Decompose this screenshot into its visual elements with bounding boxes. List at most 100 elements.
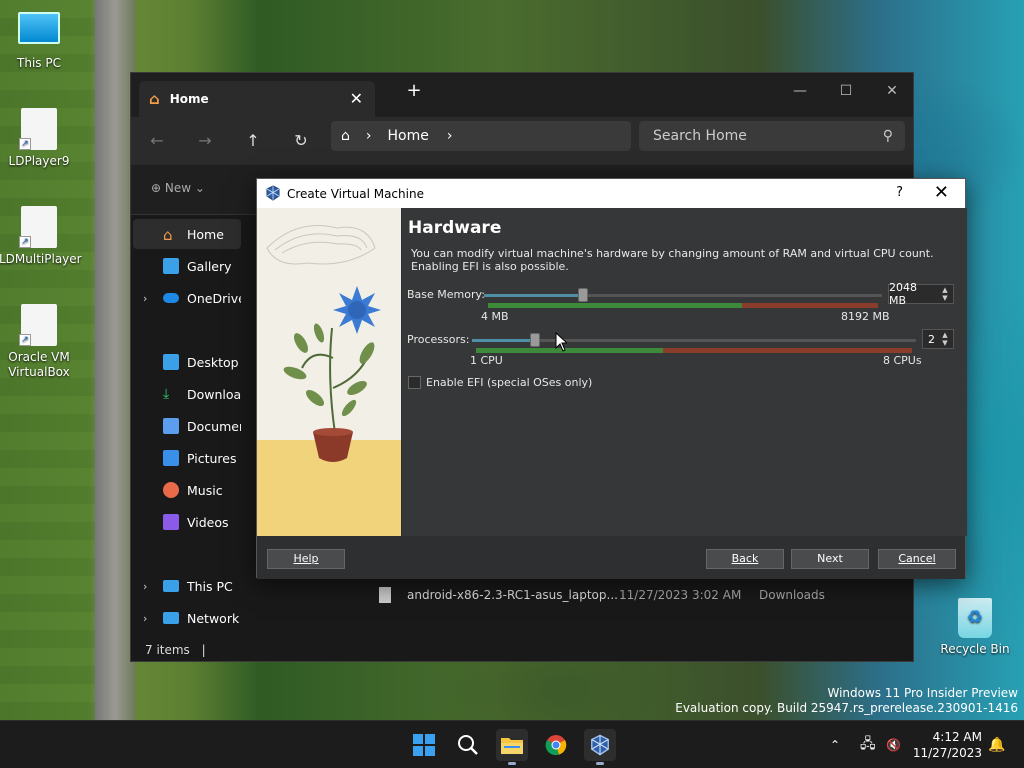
- close-tab-icon[interactable]: ✕: [350, 89, 363, 108]
- sidebar-item-gallery[interactable]: Gallery: [133, 251, 241, 281]
- file-location: Downloads: [759, 588, 825, 602]
- minimize-button[interactable]: —: [777, 77, 823, 105]
- enable-efi-checkbox[interactable]: [408, 376, 421, 389]
- desktop-icon-label: Recycle Bin: [940, 642, 1010, 656]
- pictures-icon: [163, 450, 179, 466]
- processors-spinbox[interactable]: 2 ▲ ▼: [922, 329, 954, 349]
- network-status-icon[interactable]: 🖧: [860, 721, 876, 768]
- gallery-icon: [163, 258, 179, 274]
- explorer-tab-bar: ⌂ Home ✕ + — ☐ ✕: [131, 73, 913, 117]
- desktop-icon-recycle-bin[interactable]: ♻ Recycle Bin: [935, 598, 1015, 656]
- desktop-icon: [163, 354, 179, 370]
- base-memory-slider-thumb[interactable]: [578, 288, 589, 302]
- address-bar[interactable]: ⌂ › Home ›: [331, 121, 631, 151]
- chrome-icon[interactable]: [540, 729, 572, 761]
- sidebar-item-documents[interactable]: Documents: [133, 411, 241, 441]
- processors-max-label: 8 CPUs: [883, 354, 922, 367]
- search-icon[interactable]: [452, 729, 484, 761]
- close-icon[interactable]: ✕: [934, 182, 949, 203]
- tab-label: Home: [169, 92, 209, 106]
- explorer-nav-bar: ← → ↑ ↻ ⌂ › Home › Search Home ⚲: [131, 117, 913, 165]
- enable-efi-label[interactable]: Enable EFI (special OSes only): [426, 376, 592, 389]
- sidebar-item-label: Videos: [187, 514, 229, 530]
- item-count: 7 items: [145, 643, 190, 657]
- spin-arrows-icon[interactable]: ▲ ▼: [939, 331, 951, 347]
- taskbar: ⌃ 🖧 🔇 4:12 AM 11/27/2023 🔔: [0, 720, 1024, 768]
- sidebar-item-label: Pictures: [187, 450, 237, 466]
- desktop-icon-label: LDPlayer9: [8, 154, 70, 168]
- windows-watermark: Windows 11 Pro Insider Preview Evaluatio…: [675, 686, 1018, 716]
- refresh-icon[interactable]: ↻: [287, 127, 315, 155]
- sidebar-item-label: This PC: [187, 578, 233, 594]
- new-button[interactable]: ⊕ New ⌄: [151, 181, 205, 195]
- sidebar-item-this-pc[interactable]: › This PC: [133, 571, 241, 601]
- status-bar: 7 items |: [145, 643, 206, 657]
- clock-date: 11/27/2023: [912, 746, 982, 760]
- chevron-right-icon[interactable]: ›: [143, 612, 147, 625]
- help-button[interactable]: Help: [267, 549, 345, 569]
- sidebar-item-music[interactable]: Music: [133, 475, 241, 505]
- dialog-footer: Help Back Next Cancel: [257, 536, 965, 579]
- hardware-page: Hardware You can modify virtual machine'…: [402, 208, 967, 536]
- spin-arrows-icon[interactable]: ▲ ▼: [939, 286, 951, 302]
- cancel-button[interactable]: Cancel: [878, 549, 956, 569]
- desktop-icon-this-pc[interactable]: This PC: [0, 12, 79, 70]
- desktop-icon-virtualbox[interactable]: ↗ Oracle VM VirtualBox: [0, 304, 79, 380]
- videos-icon: [163, 514, 179, 530]
- close-window-button[interactable]: ✕: [869, 77, 915, 105]
- scale-warning-range: [741, 303, 878, 308]
- back-button[interactable]: Back: [706, 549, 784, 569]
- up-arrow-icon[interactable]: ↑: [239, 127, 267, 155]
- file-list-row[interactable]: android-x86-2.3-RC1-asus_laptop... 11/27…: [379, 583, 825, 607]
- maximize-button[interactable]: ☐: [823, 77, 869, 105]
- notification-bell-icon[interactable]: 🔔: [988, 721, 1005, 768]
- sidebar-item-label: Home: [187, 226, 224, 242]
- pc-icon: [163, 580, 179, 592]
- dialog-title-bar: Create Virtual Machine ? ✕: [257, 179, 965, 208]
- sidebar-item-videos[interactable]: Videos: [133, 507, 241, 537]
- desktop-icon-ldmultiplayer[interactable]: ↗ LDMultiPlayer: [0, 206, 82, 266]
- chevron-down-icon: ⌄: [194, 181, 205, 195]
- virtualbox-icon[interactable]: [584, 729, 616, 765]
- tab-home[interactable]: ⌂ Home ✕: [139, 81, 375, 117]
- page-title: Hardware: [408, 218, 502, 238]
- file-shortcut-icon: ↗: [19, 108, 57, 150]
- base-memory-spinbox[interactable]: 2048 MB ▲ ▼: [888, 281, 954, 307]
- processors-slider-thumb[interactable]: [530, 333, 541, 347]
- back-arrow-icon[interactable]: ←: [143, 127, 171, 155]
- base-memory-min-label: 4 MB: [481, 310, 509, 323]
- base-memory-max-label: 8192 MB: [841, 310, 890, 323]
- file-shortcut-icon: ↗: [19, 206, 57, 248]
- processors-label: Processors:: [407, 333, 470, 346]
- desktop-icon-label: Oracle VM VirtualBox: [8, 350, 70, 379]
- status-divider: |: [201, 643, 206, 657]
- processors-scale: [476, 348, 912, 353]
- search-input[interactable]: Search Home ⚲: [639, 121, 905, 151]
- start-icon[interactable]: [408, 729, 440, 761]
- file-explorer-icon[interactable]: [496, 729, 528, 765]
- scale-safe-range: [488, 303, 742, 308]
- sidebar-item-onedrive[interactable]: › OneDrive: [133, 283, 241, 313]
- sidebar-item-label: Music: [187, 482, 223, 498]
- help-question-icon[interactable]: ?: [896, 185, 903, 200]
- dialog-title: Create Virtual Machine: [287, 186, 424, 201]
- breadcrumb[interactable]: Home: [388, 128, 429, 144]
- base-memory-slider[interactable]: [484, 294, 882, 297]
- sidebar-item-network[interactable]: › Network: [133, 603, 241, 633]
- sidebar-item-home[interactable]: ⌂ Home: [133, 219, 241, 249]
- sidebar-item-pictures[interactable]: Pictures: [133, 443, 241, 473]
- chevron-right-icon[interactable]: ›: [143, 580, 147, 593]
- show-hidden-icons-icon[interactable]: ⌃: [830, 721, 840, 768]
- new-tab-button[interactable]: +: [391, 77, 437, 105]
- next-button[interactable]: Next: [791, 549, 869, 569]
- sidebar-item-downloads[interactable]: ⤓ Downloads: [133, 379, 241, 409]
- chevron-right-icon[interactable]: ›: [143, 292, 147, 305]
- slider-fill: [484, 294, 584, 297]
- system-clock[interactable]: 4:12 AM 11/27/2023: [913, 729, 982, 761]
- sidebar-item-desktop[interactable]: Desktop: [133, 347, 241, 377]
- forward-arrow-icon[interactable]: →: [191, 127, 219, 155]
- processors-value: 2: [928, 332, 935, 346]
- desktop-icon-ldplayer9[interactable]: ↗ LDPlayer9: [0, 108, 79, 168]
- volume-muted-icon[interactable]: 🔇: [886, 721, 901, 768]
- scale-safe-range: [476, 348, 664, 353]
